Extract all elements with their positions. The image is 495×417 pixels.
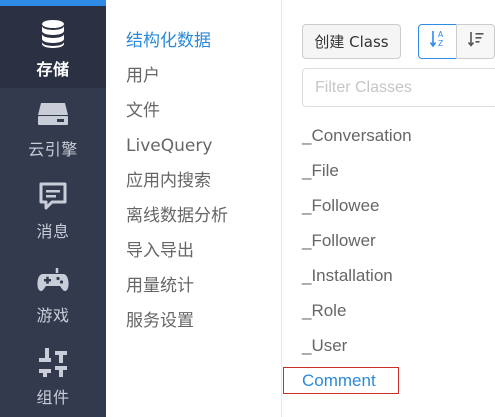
rail-item-cloud-engine[interactable]: 云引擎 [0, 88, 106, 170]
rail-item-label: 云引擎 [28, 140, 78, 159]
message-icon [35, 178, 71, 214]
server-icon [35, 96, 71, 132]
sort-alpha-icon: A Z [429, 29, 447, 54]
subnav-item-files[interactable]: 文件 [126, 98, 160, 124]
storage-subnav: 结构化数据 用户 文件 LiveQuery 应用内搜索 离线数据分析 导入导出 … [106, 0, 282, 417]
sort-alphabetical-button[interactable]: A Z [418, 24, 457, 59]
subnav-item-in-app-search[interactable]: 应用内搜索 [126, 168, 211, 194]
app-root: 存储 云引擎 消息 游戏 组件 结构化数据 用户 文件 LiveQuery 应用… [0, 0, 495, 417]
subnav-item-import-export[interactable]: 导入导出 [126, 238, 194, 264]
class-item-installation[interactable]: _Installation [302, 264, 393, 288]
subnav-item-offline-analytics[interactable]: 离线数据分析 [126, 203, 228, 229]
class-item-role[interactable]: _Role [302, 299, 346, 323]
class-item-follower[interactable]: _Follower [302, 229, 376, 253]
rail-item-messages[interactable]: 消息 [0, 170, 106, 252]
database-icon [35, 16, 71, 52]
subnav-item-livequery[interactable]: LiveQuery [126, 133, 212, 159]
rail-item-label: 消息 [36, 222, 70, 241]
class-panel: 创建 Class A Z Filter Classes _Conversatio… [283, 0, 495, 417]
components-icon [35, 344, 71, 380]
subnav-item-structured-data[interactable]: 结构化数据 [126, 28, 211, 54]
rail-item-games[interactable]: 游戏 [0, 252, 106, 334]
gamepad-icon [35, 262, 71, 298]
svg-text:Z: Z [438, 39, 443, 48]
class-item-user[interactable]: _User [302, 334, 347, 358]
subnav-item-service-settings[interactable]: 服务设置 [126, 308, 194, 334]
selection-highlight-box [283, 367, 399, 394]
filter-classes-input[interactable] [302, 68, 495, 107]
subnav-item-usage-stats[interactable]: 用量统计 [126, 273, 194, 299]
class-item-followee[interactable]: _Followee [302, 194, 380, 218]
main-rail: 存储 云引擎 消息 游戏 组件 [0, 0, 106, 417]
subnav-item-users[interactable]: 用户 [126, 63, 160, 89]
sort-order-icon [467, 30, 485, 53]
rail-item-label: 组件 [36, 388, 70, 407]
rail-item-storage[interactable]: 存储 [0, 6, 106, 88]
create-class-button[interactable]: 创建 Class [302, 24, 401, 59]
rail-item-label: 游戏 [36, 306, 70, 325]
class-item-conversation[interactable]: _Conversation [302, 124, 412, 148]
rail-item-components[interactable]: 组件 [0, 334, 106, 416]
sort-order-button[interactable] [456, 24, 495, 59]
svg-text:A: A [438, 30, 444, 39]
rail-item-label: 存储 [36, 60, 70, 79]
class-item-file[interactable]: _File [302, 159, 339, 183]
